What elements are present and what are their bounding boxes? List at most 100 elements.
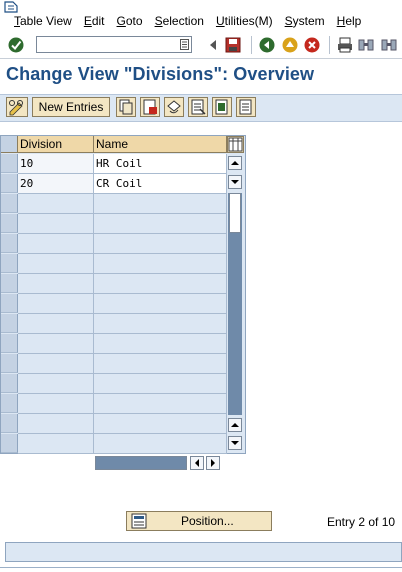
position-button[interactable]: Position... xyxy=(126,511,272,531)
enter-check-icon[interactable] xyxy=(7,36,25,54)
deselect-all-button[interactable] xyxy=(236,97,256,117)
vertical-scroll-thumb[interactable] xyxy=(229,193,241,233)
table-row[interactable] xyxy=(1,434,227,454)
scroll-down-icon[interactable] xyxy=(228,436,242,450)
scroll-right-icon[interactable] xyxy=(206,456,220,470)
name-cell[interactable] xyxy=(94,354,227,374)
name-cell[interactable] xyxy=(94,274,227,294)
row-selector[interactable] xyxy=(1,274,18,293)
row-selector[interactable] xyxy=(1,154,18,173)
division-cell[interactable] xyxy=(18,274,94,294)
division-cell[interactable] xyxy=(18,234,94,254)
scroll-up-icon[interactable] xyxy=(228,156,242,170)
command-field[interactable] xyxy=(36,36,192,53)
name-cell[interactable]: HR Coil xyxy=(94,154,227,174)
division-cell[interactable]: 10 xyxy=(18,154,94,174)
name-cell[interactable] xyxy=(94,434,227,454)
table-row[interactable] xyxy=(1,374,227,394)
exit-icon[interactable] xyxy=(281,36,299,54)
row-selector[interactable] xyxy=(1,434,18,453)
menu-system[interactable]: System xyxy=(279,12,331,30)
table-row[interactable] xyxy=(1,274,227,294)
row-selector[interactable] xyxy=(1,254,18,273)
table-row[interactable]: 20 CR Coil xyxy=(1,174,227,194)
new-entries-button[interactable]: New Entries xyxy=(32,97,110,117)
table-row[interactable] xyxy=(1,194,227,214)
division-cell[interactable] xyxy=(18,294,94,314)
name-cell[interactable] xyxy=(94,234,227,254)
division-cell[interactable] xyxy=(18,374,94,394)
name-cell[interactable] xyxy=(94,214,227,234)
division-cell[interactable] xyxy=(18,434,94,454)
find-next-icon[interactable] xyxy=(380,36,398,54)
copy-as-button[interactable] xyxy=(116,97,136,117)
table-row[interactable] xyxy=(1,334,227,354)
row-selector[interactable] xyxy=(1,374,18,393)
back-icon[interactable] xyxy=(258,36,276,54)
save-icon[interactable] xyxy=(224,36,242,54)
menu-goto[interactable]: Goto xyxy=(111,12,149,30)
status-bar xyxy=(5,542,402,562)
display-change-button[interactable] xyxy=(6,97,28,117)
row-selector[interactable] xyxy=(1,294,18,313)
print-icon[interactable] xyxy=(336,36,354,54)
name-cell[interactable]: CR Coil xyxy=(94,174,227,194)
division-cell[interactable] xyxy=(18,334,94,354)
select-block-button[interactable] xyxy=(212,97,232,117)
row-selector[interactable] xyxy=(1,214,18,233)
row-selector[interactable] xyxy=(1,314,18,333)
column-header-division[interactable]: Division xyxy=(18,136,94,153)
name-cell[interactable] xyxy=(94,294,227,314)
cancel-icon[interactable] xyxy=(303,36,321,54)
table-row[interactable] xyxy=(1,214,227,234)
page-down-icon[interactable] xyxy=(228,175,242,189)
row-selector[interactable] xyxy=(1,194,18,213)
horizontal-scroll-track[interactable] xyxy=(95,456,187,470)
division-cell[interactable] xyxy=(18,314,94,334)
column-header-name[interactable]: Name xyxy=(94,136,227,153)
row-selector[interactable] xyxy=(1,354,18,373)
undo-change-button[interactable] xyxy=(164,97,184,117)
division-cell[interactable] xyxy=(18,254,94,274)
select-all-rows-cell[interactable] xyxy=(1,136,18,153)
division-cell[interactable] xyxy=(18,394,94,414)
row-selector[interactable] xyxy=(1,234,18,253)
division-cell[interactable] xyxy=(18,354,94,374)
table-settings-icon[interactable] xyxy=(227,136,244,153)
menu-help[interactable]: Help xyxy=(331,12,368,30)
name-cell[interactable] xyxy=(94,194,227,214)
name-cell[interactable] xyxy=(94,334,227,354)
delete-button[interactable] xyxy=(140,97,160,117)
row-selector[interactable] xyxy=(1,174,18,193)
table-row[interactable] xyxy=(1,394,227,414)
table-row[interactable] xyxy=(1,314,227,334)
table-row[interactable] xyxy=(1,234,227,254)
menu-table-view[interactable]: Table View xyxy=(8,12,78,30)
find-icon[interactable] xyxy=(357,36,375,54)
select-all-button[interactable] xyxy=(188,97,208,117)
command-history-icon[interactable] xyxy=(180,39,189,50)
division-cell[interactable] xyxy=(18,214,94,234)
name-cell[interactable] xyxy=(94,414,227,434)
row-selector[interactable] xyxy=(1,334,18,353)
row-selector[interactable] xyxy=(1,414,18,433)
row-selector[interactable] xyxy=(1,394,18,413)
division-cell[interactable] xyxy=(18,414,94,434)
table-row[interactable] xyxy=(1,354,227,374)
table-row[interactable] xyxy=(1,294,227,314)
name-cell[interactable] xyxy=(94,374,227,394)
menu-selection[interactable]: Selection xyxy=(149,12,210,30)
page-up-icon[interactable] xyxy=(228,418,242,432)
back-arrow-small-icon[interactable] xyxy=(205,36,223,54)
name-cell[interactable] xyxy=(94,314,227,334)
name-cell[interactable] xyxy=(94,394,227,414)
menu-utilities[interactable]: Utilities(M) xyxy=(210,12,279,30)
scroll-left-icon[interactable] xyxy=(190,456,204,470)
name-cell[interactable] xyxy=(94,254,227,274)
table-row[interactable] xyxy=(1,254,227,274)
table-row[interactable] xyxy=(1,414,227,434)
division-cell[interactable]: 20 xyxy=(18,174,94,194)
table-row[interactable]: 10 HR Coil xyxy=(1,154,227,174)
menu-edit[interactable]: Edit xyxy=(78,12,111,30)
division-cell[interactable] xyxy=(18,194,94,214)
